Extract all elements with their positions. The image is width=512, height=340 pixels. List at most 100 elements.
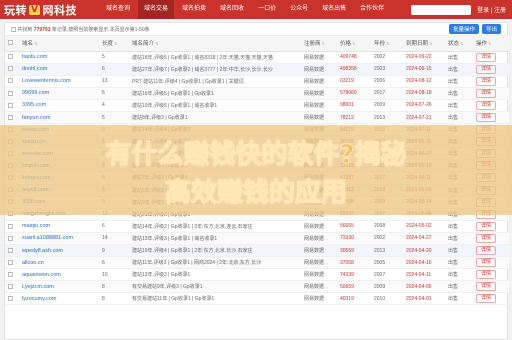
- site-logo[interactable]: 玩转 V 网科技: [0, 0, 100, 19]
- domain-name-cell[interactable]: 3395.com: [19, 99, 99, 112]
- nav-item[interactable]: 一口价: [252, 0, 282, 19]
- domain-name-cell[interactable]: aquantwon.com: [19, 268, 99, 282]
- row-checkbox[interactable]: [8, 284, 13, 289]
- domain-name-cell[interactable]: dnnhl.com: [19, 63, 99, 76]
- detail-button[interactable]: 详情: [476, 282, 497, 292]
- table-row[interactable]: lyzocumy.com 8 有交易建站11年 | Gp收录1 | Gp收录1 网易数…: [5, 292, 509, 306]
- column-header[interactable]: 域名 ⇅: [19, 36, 99, 52]
- select-all-checkbox[interactable]: [11, 26, 16, 32]
- domain-name-cell[interactable]: fanyun.com: [19, 111, 99, 125]
- table-row[interactable]: xuanl.a1088881.com 14 建站13年,评级3 | Gp收录1 | …: [5, 232, 509, 246]
- nav-item[interactable]: 域名交易: [138, 0, 175, 19]
- nav-item[interactable]: 域名拍卖: [176, 0, 212, 19]
- row-checkbox[interactable]: [8, 271, 13, 277]
- batch-action-button[interactable]: 批量操作: [448, 24, 479, 34]
- domain-name-cell[interactable]: Lyejzi.m.com: [19, 280, 99, 294]
- nav-item[interactable]: 公众号: [284, 0, 314, 19]
- table-row[interactable]: dnnhl.com 6 建站27年,评级7 | Gp收录2 | 域名3777 | 2…: [5, 63, 509, 76]
- detail-button[interactable]: 详情: [476, 246, 497, 256]
- row-select-cell: [5, 75, 19, 88]
- table-row[interactable]: Lovewentennis.com 13 PR7 建站11年,评级4 | Gp收录1…: [5, 75, 509, 88]
- column-header[interactable]: 注册商 ⇅: [301, 36, 337, 52]
- table-row[interactable]: wpedyfl.ash.com 9 建站19年,评级4 | Gp收录1 | 2年:东…: [5, 244, 509, 258]
- nav-item[interactable]: 域名出售: [316, 0, 352, 19]
- table-row[interactable]: 3395.com 4 建站19年,评级5 | Gp收录1 | 域名收录1 网易数据 98…: [5, 99, 509, 112]
- row-checkbox[interactable]: [8, 102, 13, 108]
- year-cell: 2013: [371, 244, 403, 258]
- column-header[interactable]: 操作 ⇅: [473, 36, 509, 52]
- price-cell: 30559: [337, 244, 371, 258]
- detail-button[interactable]: 详情: [476, 270, 497, 280]
- column-header[interactable]: 年份 ⇅: [371, 36, 403, 52]
- detail-button[interactable]: 详情: [476, 221, 497, 231]
- column-header-label: 价格: [340, 41, 352, 48]
- domain-name-cell[interactable]: 99699.com: [19, 87, 99, 100]
- header-right: 登录 | 注册: [411, 0, 512, 19]
- row-select-cell: [5, 63, 19, 76]
- detail-button[interactable]: 详情: [476, 64, 497, 74]
- row-checkbox[interactable]: [8, 259, 13, 265]
- domain-name-cell[interactable]: wpedyfl.ash.com: [19, 244, 99, 258]
- sort-icon: ⇅: [459, 41, 464, 47]
- domain-name-cell[interactable]: Lovewentennis.com: [19, 75, 99, 88]
- column-header[interactable]: 长度 ⇅: [99, 36, 129, 52]
- column-header-label: 注册商: [304, 41, 321, 48]
- domain-length-cell: 6: [99, 63, 129, 76]
- nav-item[interactable]: 合作伙伴: [354, 0, 390, 19]
- table-row[interactable]: fanyun.com 5 建站8年,评级3 | Gp收录1 网易数据 78212 2013…: [5, 111, 509, 125]
- detail-button[interactable]: 详情: [476, 88, 497, 98]
- domain-name-cell[interactable]: xuanl.a1088881.com: [19, 232, 99, 246]
- login-register-link[interactable]: 登录 | 注册: [477, 5, 506, 14]
- row-checkbox[interactable]: [8, 296, 13, 302]
- nav-item[interactable]: 域名回收: [214, 0, 250, 19]
- domain-name-cell[interactable]: lyzocumy.com: [19, 292, 99, 306]
- expiry-date-cell: 2024-04-11: [403, 268, 445, 282]
- table-row[interactable]: Lyejzi.m.com 8 有交易建站9年,评级3 | Gp收录1 网易数据 5065…: [5, 280, 509, 294]
- domain-name-cell[interactable]: allcoo.cn: [19, 256, 99, 270]
- column-header-label: 到期日期: [406, 41, 429, 48]
- detail-button[interactable]: 详情: [476, 76, 497, 86]
- detail-button[interactable]: 详情: [476, 233, 497, 243]
- detail-button[interactable]: 详情: [476, 294, 497, 304]
- domain-info-cell: PR7 建站11年,评级4 | Gp收录1 | Gp收录1 | 关键词: [129, 75, 301, 88]
- column-header[interactable]: 价格 ⇅: [337, 36, 371, 52]
- column-header[interactable]: 到期日期 ⇅: [403, 36, 445, 52]
- table-row[interactable]: allcoo.cn 6 建站11年,评级3 | Gp收录1 | 网商2024 | 2…: [5, 256, 509, 270]
- table-row[interactable]: aquantwon.com 10 建站12年,评级3 | Gp收录1 网易数据 7433…: [5, 268, 509, 282]
- detail-button[interactable]: 详情: [476, 113, 497, 123]
- detail-button[interactable]: 详情: [476, 258, 497, 268]
- registrar-cell: 网易数据: [301, 51, 337, 64]
- row-checkbox[interactable]: [8, 223, 13, 229]
- column-header[interactable]: 域名简介 ⇅: [129, 36, 301, 52]
- price-cell: 37068: [337, 256, 371, 270]
- row-checkbox[interactable]: [8, 247, 13, 253]
- row-checkbox[interactable]: [8, 54, 13, 60]
- row-checkbox[interactable]: [8, 114, 13, 120]
- header-checkbox[interactable]: [8, 40, 13, 46]
- domain-info-cell: 建站16年,评级5 | Gp收录1 | Gp收录1: [129, 87, 301, 100]
- export-button[interactable]: 导出: [481, 24, 501, 34]
- domain-length-cell: 8: [99, 280, 129, 294]
- domain-name-cell[interactable]: tiaofu.com: [19, 51, 99, 64]
- table-row[interactable]: 99699.com 5 建站16年,评级5 | Gp收录1 | Gp收录1 网易数据 5…: [5, 87, 509, 100]
- price-cell: 498358: [337, 63, 371, 76]
- table-row[interactable]: maiqiu.com 6 建站14年,评级2 | Gp收录1 | 2年:东方,北京,…: [5, 220, 509, 233]
- detail-button[interactable]: 详情: [476, 100, 497, 110]
- price-cell: 578060: [337, 87, 371, 100]
- row-checkbox[interactable]: [8, 66, 13, 72]
- expiry-date-cell: 2024-07-26: [403, 99, 445, 112]
- table-row[interactable]: tiaofu.com 5 建站18年,评级5 | Gp收录1 | 域名8318 | …: [5, 51, 509, 64]
- column-header[interactable]: 状态 ⇅: [445, 36, 473, 52]
- domain-length-cell: 4: [99, 99, 129, 112]
- registrar-cell: 网易数据: [301, 99, 337, 112]
- header-search-input[interactable]: [411, 4, 472, 15]
- row-checkbox[interactable]: [8, 235, 13, 241]
- detail-button[interactable]: 详情: [476, 52, 497, 62]
- row-checkbox[interactable]: [8, 78, 13, 84]
- row-checkbox[interactable]: [8, 90, 13, 96]
- year-cell: 2013: [371, 111, 403, 125]
- nav-item[interactable]: 域名查询: [100, 0, 136, 19]
- row-select-cell: [5, 87, 19, 100]
- domain-name-cell[interactable]: maiqiu.com: [19, 220, 99, 233]
- domain-info-cell: 有交易建站9年,评级3 | Gp收录1: [129, 280, 301, 294]
